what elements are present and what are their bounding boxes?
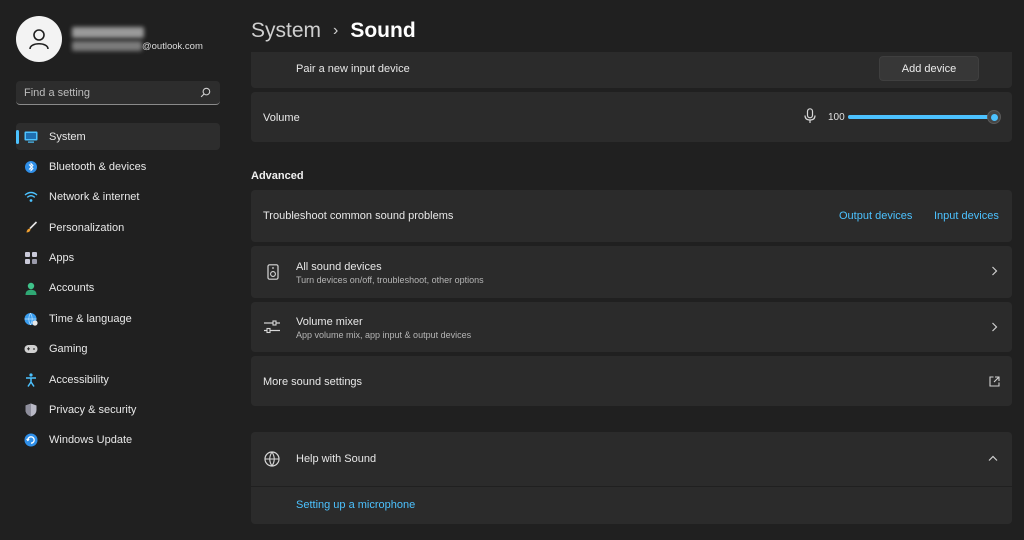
bluetooth-icon [24,160,38,174]
email-redacted [72,41,142,51]
sidebar-item-privacy-security[interactable]: Privacy & security [16,397,220,424]
profile-email: @outlook.com [72,41,203,52]
volume-mixer-row[interactable] [251,302,1012,352]
sidebar-item-label: Accessibility [49,373,109,386]
sidebar-item-personalization[interactable]: Personalization [16,214,220,241]
output-devices-link[interactable]: Output devices [839,210,912,222]
chevron-right-icon [989,266,999,276]
advanced-section-title: Advanced [251,170,304,182]
troubleshoot-label: Troubleshoot common sound problems [263,210,454,222]
sidebar-item-label: Apps [49,252,75,265]
breadcrumb-parent[interactable]: System [251,19,321,43]
sidebar-item-system[interactable]: System [16,123,220,150]
wifi-icon [24,190,38,204]
profile[interactable]: @outlook.com [16,16,203,62]
sidebar-item-label: System [49,130,86,143]
help-with-sound-title: Help with Sound [296,453,377,465]
person-avatar-icon [29,29,49,50]
more-sound-settings-row[interactable] [251,356,1012,406]
avatar[interactable] [16,16,62,62]
brush-icon [24,221,38,235]
sidebar-item-label: Personalization [49,221,125,234]
open-external-icon [988,375,1000,387]
nav-list: System Bluetooth & devices Network & int… [16,123,220,457]
search-icon[interactable] [198,86,212,100]
email-suffix: @outlook.com [142,40,203,52]
speaker-device-icon [265,264,281,280]
sidebar-item-accessibility[interactable]: Accessibility [16,366,220,393]
sidebar-item-gaming[interactable]: Gaming [16,336,220,363]
sidebar-item-label: Gaming [49,343,88,356]
sidebar-item-label: Accounts [49,282,95,295]
volume-label: Volume [263,112,300,124]
mixer-sliders-icon [264,319,280,335]
breadcrumb: System › Sound [251,16,416,46]
volume-mixer-title: Volume mixer [296,316,363,328]
sidebar: @outlook.com Find a setting System Bluet… [0,0,232,540]
volume-value: 100 [828,112,845,123]
sidebar-item-bluetooth[interactable]: Bluetooth & devices [16,153,220,180]
monitor-icon [24,130,38,144]
globe-icon [264,451,280,467]
all-sound-devices-subtitle: Turn devices on/off, troubleshoot, other… [296,275,484,285]
volume-slider-thumb[interactable] [987,110,1001,124]
volume-mixer-subtitle: App volume mix, app input & output devic… [296,330,472,340]
volume-slider-fill [848,115,994,119]
chevron-up-icon[interactable] [988,453,998,463]
profile-text: @outlook.com [72,26,203,52]
sidebar-item-accounts[interactable]: Accounts [16,275,220,302]
volume-slider-thumb-dot [990,113,998,121]
sidebar-item-label: Time & language [49,312,132,325]
sidebar-item-windows-update[interactable]: Windows Update [16,427,220,454]
shield-icon [24,403,38,417]
add-device-button[interactable]: Add device [879,56,979,81]
setting-up-microphone-link[interactable]: Setting up a microphone [296,499,415,511]
sidebar-item-label: Windows Update [49,434,133,447]
sidebar-item-label: Privacy & security [49,404,137,417]
profile-name-redacted [72,26,144,38]
microphone-icon[interactable] [802,108,818,124]
person-icon [24,281,38,295]
add-device-button-label: Add device [901,62,957,75]
breadcrumb-separator: › [333,22,339,39]
sidebar-item-apps[interactable]: Apps [16,245,220,272]
globe-clock-icon [24,312,38,326]
more-sound-settings-label: More sound settings [263,376,363,388]
pair-input-device-label: Pair a new input device [296,63,410,75]
accessibility-icon [24,373,38,387]
sidebar-item-label: Network & internet [49,191,140,204]
input-devices-link[interactable]: Input devices [934,210,999,222]
sidebar-item-time-language[interactable]: Time & language [16,305,220,332]
search-input[interactable]: Find a setting [24,87,198,99]
search-box[interactable]: Find a setting [16,81,220,105]
update-icon [24,433,38,447]
apps-icon [24,251,38,265]
sidebar-item-label: Bluetooth & devices [49,160,147,173]
page-title: Sound [350,19,416,42]
gamepad-icon [24,342,38,356]
all-sound-devices-title: All sound devices [296,261,382,273]
sidebar-item-network[interactable]: Network & internet [16,184,220,211]
volume-slider[interactable] [848,115,994,119]
chevron-right-icon [989,322,999,332]
